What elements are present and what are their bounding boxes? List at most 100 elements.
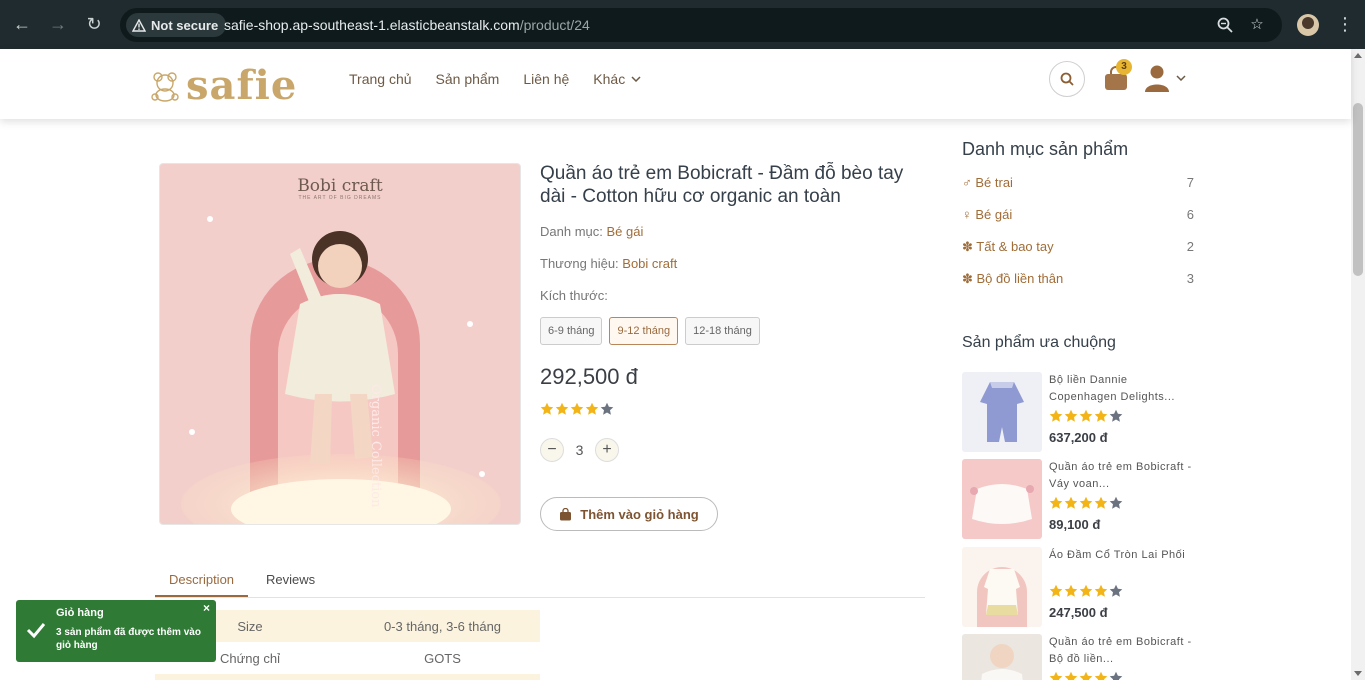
menu-more[interactable]: Khác — [593, 71, 641, 87]
category-link: ✽ Tất & bao tay — [962, 239, 1054, 255]
security-chip[interactable]: Not secure — [126, 13, 227, 37]
product-category: Danh mục: Bé gái — [540, 224, 643, 239]
star-filled-icon — [555, 402, 569, 415]
toast-close-button[interactable]: × — [203, 601, 210, 615]
product-image[interactable]: Bobi craft THE ART OF BIG DREAMS Organic… — [159, 163, 521, 525]
sidebar-category-item[interactable]: ✽ Bộ đồ liền thân 3 — [962, 271, 1194, 287]
browser-menu-icon[interactable]: ⋮ — [1336, 13, 1354, 35]
cart-toast-notification: Giỏ hàng 3 sản phẩm đã được thêm vào giỏ… — [16, 600, 216, 662]
brand-label: Thương hiệu: — [540, 256, 623, 271]
popular-product-rating — [1049, 671, 1123, 680]
increase-quantity-button[interactable]: + — [595, 438, 619, 462]
bookmark-star-icon[interactable]: ☆ — [1248, 16, 1266, 34]
teddy-bear-icon — [151, 72, 179, 102]
sidebar-category-item[interactable]: ♂ Bé trai 7 — [962, 175, 1194, 190]
popular-product-name[interactable]: Quần áo trẻ em Bobicraft - Váy voan... — [1049, 459, 1194, 493]
product-thumbnail[interactable] — [962, 634, 1042, 680]
star-empty-icon — [1109, 584, 1123, 597]
category-link: ♂ Bé trai — [962, 175, 1013, 190]
reload-icon[interactable]: ↻ — [83, 13, 105, 35]
category-name: Bé gái — [975, 207, 1013, 222]
scroll-up-arrow-icon[interactable] — [1354, 53, 1362, 58]
chevron-down-icon — [631, 76, 641, 82]
size-option[interactable]: 12-18 tháng — [685, 317, 760, 345]
image-tagline-text: THE ART OF BIG DREAMS — [298, 195, 382, 201]
zoom-icon[interactable] — [1216, 16, 1234, 34]
cart-button[interactable]: 3 — [1103, 59, 1132, 91]
address-bar[interactable]: Not secure safie-shop.ap-southeast-1.ela… — [120, 8, 1282, 42]
tab-description[interactable]: Description — [155, 572, 249, 597]
url-path: /product/24 — [519, 17, 590, 33]
menu-home[interactable]: Trang chủ — [349, 71, 412, 87]
star-filled-icon — [1094, 584, 1108, 597]
star-filled-icon — [1094, 496, 1108, 509]
chevron-down-icon — [1176, 75, 1186, 81]
star-filled-icon — [1064, 671, 1078, 680]
scroll-down-arrow-icon[interactable] — [1354, 671, 1362, 676]
add-to-cart-button[interactable]: Thêm vào giỏ hàng — [540, 497, 718, 531]
popular-product-price: 89,100 đ — [1049, 517, 1101, 532]
scroll-thumb[interactable] — [1353, 103, 1363, 276]
star-filled-icon — [570, 402, 584, 415]
category-name: Tất & bao tay — [976, 239, 1054, 254]
star-empty-icon — [1109, 671, 1123, 680]
star-filled-icon — [1049, 584, 1063, 597]
page-scrollbar[interactable] — [1351, 49, 1365, 680]
category-label: Danh mục: — [540, 224, 607, 239]
product-title: Quần áo trẻ em Bobicraft - Đầm đỗ bèo ta… — [540, 163, 904, 207]
male-icon: ♂ — [962, 175, 976, 190]
categories-title: Danh mục sản phẩm — [962, 139, 1129, 159]
product-tabs: Description Reviews — [155, 568, 925, 598]
sidebar-category-item[interactable]: ♀ Bé gái 6 — [962, 207, 1194, 222]
star-filled-icon — [1049, 409, 1063, 422]
menu-products[interactable]: Sản phẩm — [436, 71, 500, 87]
category-count: 7 — [1186, 175, 1194, 190]
product-thumbnail[interactable] — [962, 372, 1042, 452]
back-icon[interactable]: ← — [11, 13, 33, 35]
star-filled-icon — [1079, 671, 1093, 680]
size-option[interactable]: 6-9 tháng — [540, 317, 603, 345]
tab-reviews[interactable]: Reviews — [266, 572, 315, 587]
star-filled-icon — [1079, 496, 1093, 509]
category-link: ✽ Bộ đồ liền thân — [962, 271, 1063, 287]
search-icon — [1060, 72, 1074, 86]
star-filled-icon — [1049, 496, 1063, 509]
user-menu-button[interactable] — [1144, 63, 1190, 93]
sidebar-category-item[interactable]: ✽ Tất & bao tay 2 — [962, 239, 1194, 255]
product-rating — [540, 402, 614, 416]
female-icon: ♀ — [962, 207, 976, 222]
category-link[interactable]: Bé gái — [606, 224, 643, 239]
logo-text: safie — [186, 62, 298, 109]
star-filled-icon — [1064, 584, 1078, 597]
popular-product-name[interactable]: Bộ liền Dannie Copenhagen Delights... — [1049, 372, 1194, 406]
star-filled-icon — [1079, 584, 1093, 597]
category-count: 2 — [1186, 239, 1194, 254]
size-option-selected[interactable]: 9-12 tháng — [609, 317, 679, 345]
popular-product-name[interactable]: Áo Đầm Cổ Tròn Lai Phối — [1049, 547, 1194, 564]
product-thumbnail[interactable] — [962, 459, 1042, 539]
security-label: Not secure — [151, 17, 219, 33]
forward-icon[interactable]: → — [47, 13, 69, 35]
url-text[interactable]: safie-shop.ap-southeast-1.elasticbeansta… — [224, 17, 590, 33]
popular-product-name[interactable]: Quần áo trẻ em Bobicraft - Bộ đồ liền... — [1049, 634, 1194, 668]
brand-link[interactable]: Bobi craft — [622, 256, 677, 271]
product-brand: Thương hiệu: Bobi craft — [540, 256, 677, 271]
search-button[interactable] — [1049, 61, 1085, 97]
romper-illustration — [980, 382, 1024, 442]
toast-message: 3 sản phẩm đã được thêm vào giỏ hàng — [56, 627, 201, 651]
popular-product-item[interactable]: Áo Đầm Cổ Tròn Lai Phối 247,500 đ — [962, 547, 1194, 627]
popular-title: Sản phẩm ưa chuộng — [962, 334, 1116, 351]
toast-title: Giỏ hàng — [56, 607, 104, 619]
menu-contact[interactable]: Liên hệ — [523, 71, 569, 87]
popular-product-item[interactable]: Bộ liền Dannie Copenhagen Delights... 63… — [962, 372, 1194, 452]
decrease-quantity-button[interactable]: − — [540, 438, 564, 462]
popular-product-item[interactable]: Quần áo trẻ em Bobicraft - Váy voan... 8… — [962, 459, 1194, 539]
popular-product-item[interactable]: Quần áo trẻ em Bobicraft - Bộ đồ liền... — [962, 634, 1194, 680]
spec-value: GOTS — [424, 650, 461, 666]
profile-avatar[interactable] — [1297, 14, 1319, 36]
quantity-value[interactable]: 3 — [564, 442, 595, 458]
popular-product-rating — [1049, 409, 1123, 423]
size-label: Kích thước: — [540, 288, 608, 303]
product-thumbnail[interactable] — [962, 547, 1042, 627]
site-logo[interactable]: safie — [148, 62, 298, 109]
